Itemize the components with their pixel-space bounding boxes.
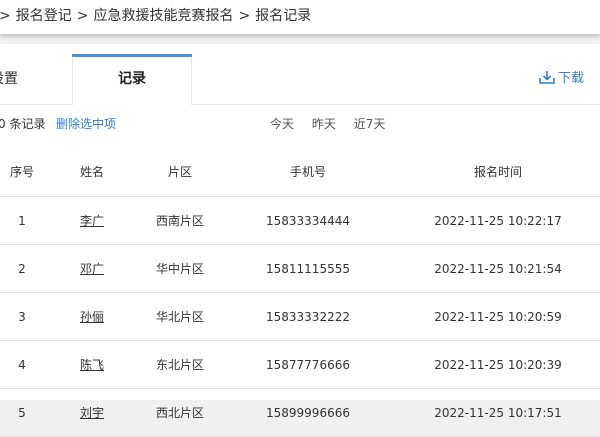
name-link[interactable]: 刘宇 <box>80 406 104 420</box>
name-link[interactable]: 邓广 <box>80 262 104 276</box>
row-index: 5 <box>0 388 44 437</box>
row-index: 4 <box>0 340 44 389</box>
table-row: 4 陈飞 东北片区 15877776666 2022-11-25 10:20:3… <box>0 340 600 389</box>
row-index: 2 <box>0 244 44 293</box>
download-button[interactable]: 下载 <box>539 54 584 104</box>
header-name: 姓名 <box>44 146 140 197</box>
table-row: 1 李广 西南片区 15833334444 2022-11-25 10:22:1… <box>0 196 600 245</box>
table-row: 2 邓广 华中片区 15811115555 2022-11-25 10:21:5… <box>0 244 600 293</box>
table-header-row: 序号 姓名 片区 手机号 报名时间 <box>0 146 600 197</box>
records-panel: 设置 记录 下载 0 条记录 删除选中项 今天 昨天 近7天 序号 姓名 片区 <box>0 44 600 437</box>
header-time: 报名时间 <box>396 146 600 197</box>
filter-last-7-days[interactable]: 近7天 <box>354 117 386 131</box>
date-filters: 今天 昨天 近7天 <box>270 106 399 142</box>
toolbar: 0 条记录 删除选中项 今天 昨天 近7天 <box>0 106 600 142</box>
name-link[interactable]: 陈飞 <box>80 358 104 372</box>
header-phone: 手机号 <box>220 146 396 197</box>
breadcrumb-item-records: 报名记录 <box>255 8 312 24</box>
row-time: 2022-11-25 10:22:17 <box>396 196 600 245</box>
row-name: 陈飞 <box>44 340 140 389</box>
row-name: 孙俪 <box>44 292 140 341</box>
download-icon <box>539 71 555 84</box>
table-row: 3 孙俪 华北片区 15833332222 2022-11-25 10:20:5… <box>0 292 600 341</box>
delete-selected-link[interactable]: 删除选中项 <box>56 106 116 142</box>
row-area: 西南片区 <box>140 196 220 245</box>
row-time: 2022-11-25 10:20:59 <box>396 292 600 341</box>
breadcrumb-item-competition[interactable]: 应急救援技能竞赛报名 <box>93 8 233 24</box>
row-time: 2022-11-25 10:20:39 <box>396 340 600 389</box>
records-table: 序号 姓名 片区 手机号 报名时间 1 李广 西南片区 15833334444 … <box>0 146 600 437</box>
row-phone: 15877776666 <box>220 340 396 389</box>
name-link[interactable]: 孙俪 <box>80 310 104 324</box>
download-label: 下载 <box>557 71 584 86</box>
row-index: 1 <box>0 196 44 245</box>
tab-bar: 设置 记录 下载 <box>0 54 600 105</box>
row-phone: 15833332222 <box>220 292 396 341</box>
row-phone: 15833334444 <box>220 196 396 245</box>
row-phone: 15899996666 <box>220 388 396 437</box>
row-area: 东北片区 <box>140 340 220 389</box>
row-time: 2022-11-25 10:21:54 <box>396 244 600 293</box>
header-index: 序号 <box>0 146 44 197</box>
record-count: 0 条记录 <box>0 117 46 131</box>
row-area: 华中片区 <box>140 244 220 293</box>
row-name: 邓广 <box>44 244 140 293</box>
breadcrumb-separator: > <box>238 8 251 24</box>
table-row: 5 刘宇 西北片区 15899996666 2022-11-25 10:17:5… <box>0 388 600 437</box>
row-area: 华北片区 <box>140 292 220 341</box>
filter-today[interactable]: 今天 <box>270 117 294 131</box>
row-index: 3 <box>0 292 44 341</box>
breadcrumb-item-registration[interactable]: 报名登记 <box>16 8 72 24</box>
breadcrumb-separator: > <box>0 8 11 24</box>
row-area: 西北片区 <box>140 388 220 437</box>
breadcrumb-separator: > <box>76 8 89 24</box>
row-name: 李广 <box>44 196 140 245</box>
breadcrumb: > 报名登记 > 应急救援技能竞赛报名 > 报名记录 <box>0 5 311 25</box>
breadcrumb-bar: > 报名登记 > 应急救援技能竞赛报名 > 报名记录 <box>0 0 600 34</box>
row-phone: 15811115555 <box>220 244 396 293</box>
header-area: 片区 <box>140 146 220 197</box>
row-time: 2022-11-25 10:17:51 <box>396 388 600 437</box>
filter-yesterday[interactable]: 昨天 <box>312 117 336 131</box>
name-link[interactable]: 李广 <box>80 214 104 228</box>
row-name: 刘宇 <box>44 388 140 437</box>
tab-settings[interactable]: 设置 <box>0 54 70 104</box>
tab-records[interactable]: 记录 <box>72 54 192 105</box>
